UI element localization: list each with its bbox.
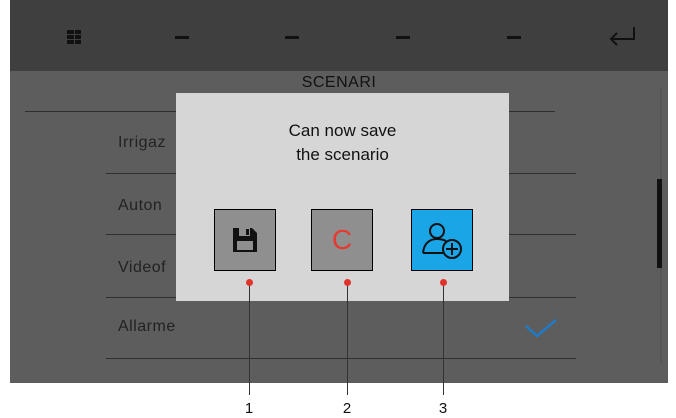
- return-arrow-icon: [609, 27, 635, 46]
- scenario-item-label[interactable]: Irrigaz: [118, 134, 166, 152]
- minus-icon: [507, 35, 521, 39]
- callout-number-3: 3: [438, 400, 448, 417]
- dialog-message-line: the scenario: [296, 145, 389, 164]
- minus-icon: [285, 35, 299, 39]
- scenario-item-label[interactable]: Allarme: [118, 318, 176, 336]
- back-button[interactable]: [606, 22, 638, 52]
- page-title: SCENARI: [301, 74, 377, 91]
- callout-leader-2: [347, 283, 348, 395]
- save-button[interactable]: [214, 209, 276, 271]
- grid-icon: [67, 30, 81, 44]
- scrollbar-thumb[interactable]: [657, 179, 662, 268]
- minus-icon: [396, 35, 410, 39]
- minus-icon: [175, 35, 189, 39]
- user-add-icon: [422, 223, 462, 259]
- topbar-slot-4[interactable]: [502, 22, 526, 52]
- add-user-button[interactable]: [411, 209, 473, 271]
- topbar-slot-1[interactable]: [170, 22, 194, 52]
- grid-button[interactable]: [63, 22, 85, 52]
- floppy-disk-icon: [233, 228, 257, 252]
- device-screen: SCENARI Irrigaz Auton Videof Allarme Can…: [10, 0, 668, 383]
- topbar-slot-3[interactable]: [391, 22, 415, 52]
- dialog-message-line: Can now save: [288, 121, 397, 140]
- callout-leader-1: [249, 283, 250, 395]
- top-bar: [10, 0, 668, 71]
- save-dialog: Can now save the scenario C: [176, 93, 509, 301]
- scenario-item-label[interactable]: Auton: [118, 197, 162, 215]
- cancel-button-label: C: [331, 224, 353, 255]
- callout-number-2: 2: [342, 400, 352, 417]
- callout-dot-2: [344, 279, 351, 286]
- callout-leader-3: [443, 283, 444, 395]
- scenario-item-label[interactable]: Videof: [118, 259, 166, 277]
- callout-dot-1: [246, 279, 253, 286]
- topbar-slot-2[interactable]: [280, 22, 304, 52]
- checkmark-icon: [525, 319, 557, 338]
- callout-number-1: 1: [244, 400, 254, 417]
- row-divider: [106, 358, 576, 359]
- cancel-button[interactable]: C: [311, 209, 373, 271]
- callout-dot-3: [440, 279, 447, 286]
- dialog-message: Can now save the scenario: [176, 119, 509, 167]
